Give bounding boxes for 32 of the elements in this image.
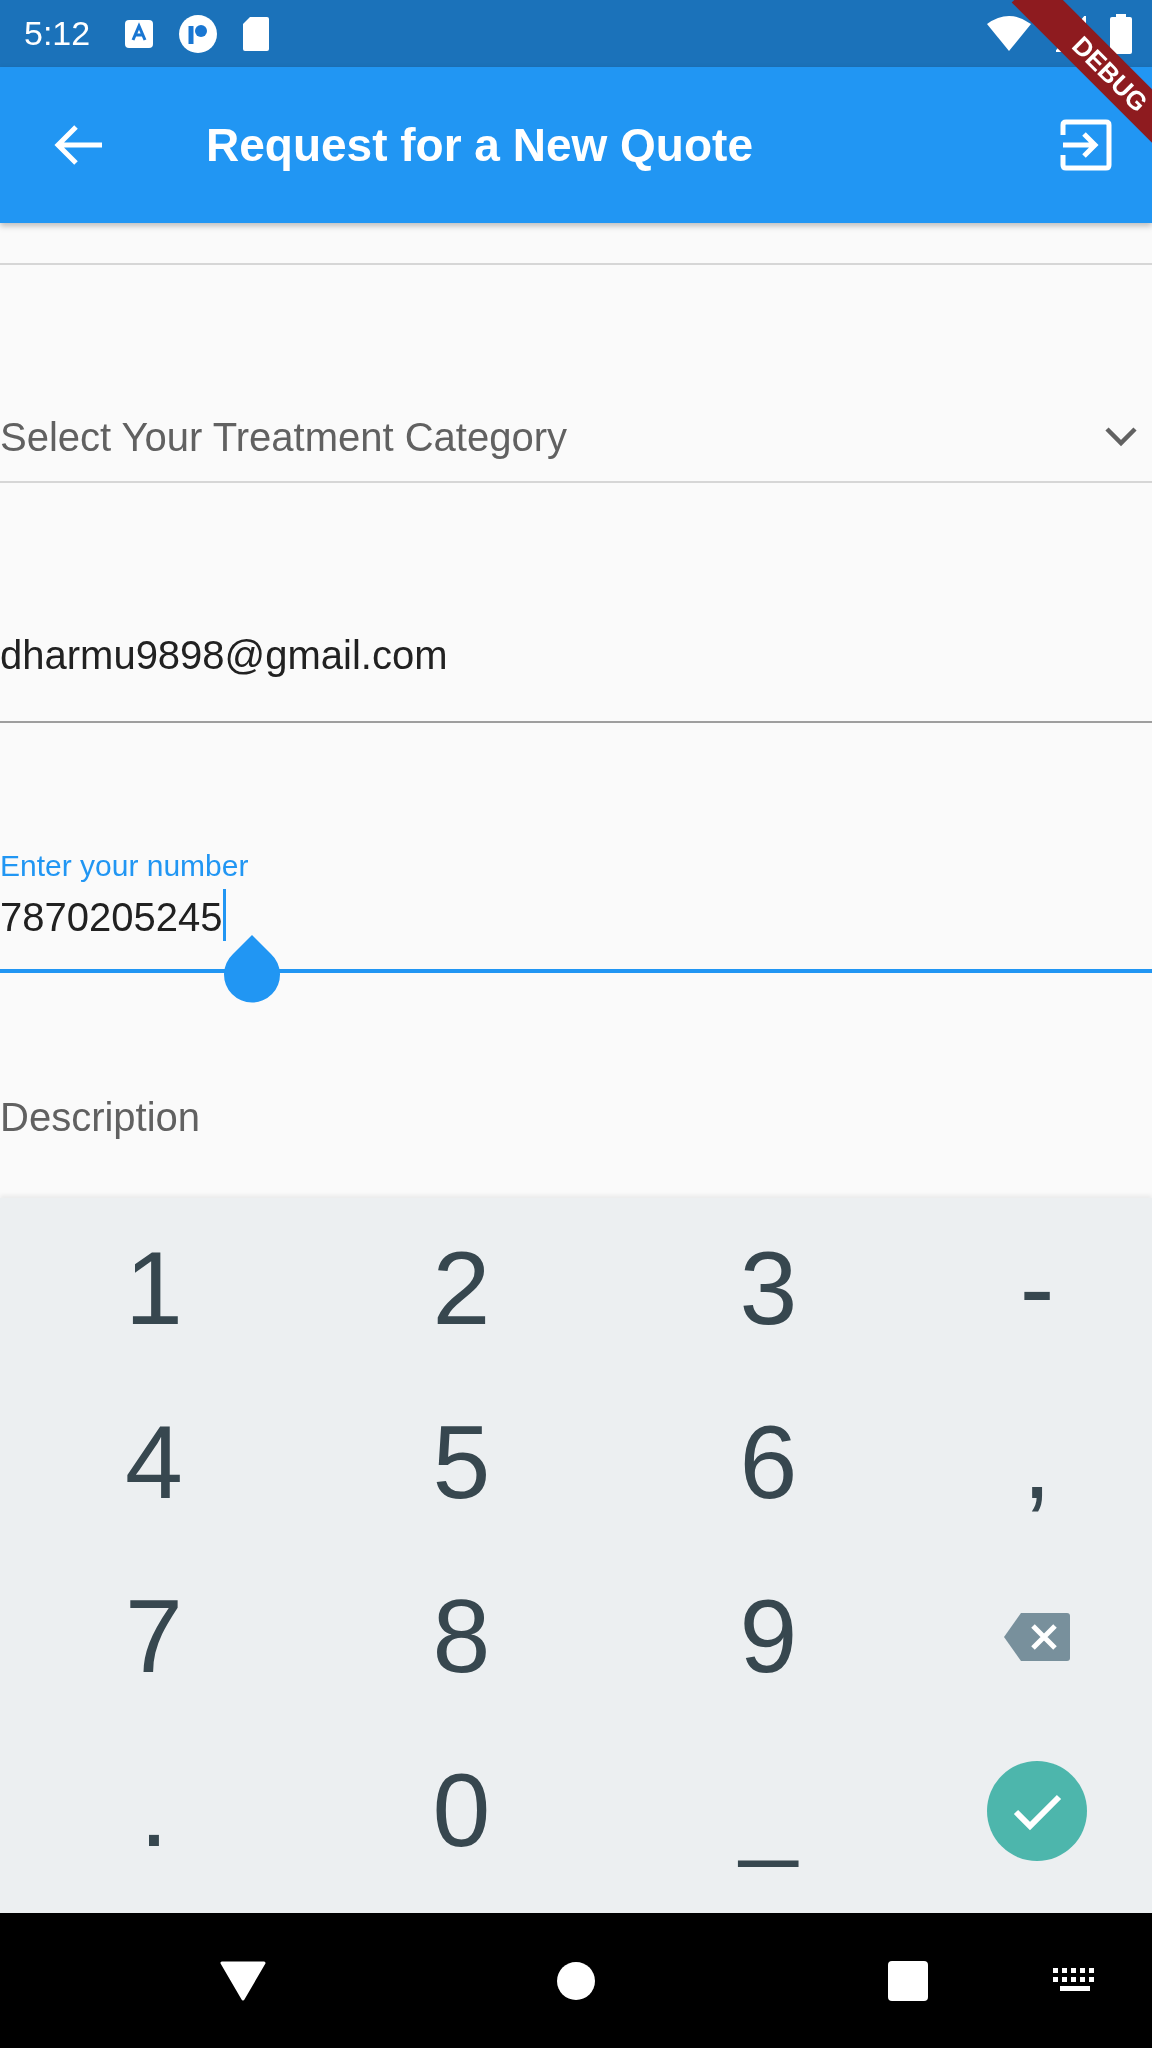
enter-key[interactable] — [986, 1760, 1088, 1862]
status-time: 5:12 — [24, 14, 91, 53]
back-arrow-icon[interactable] — [54, 123, 104, 167]
keyboard-key[interactable]: 5 — [432, 1395, 491, 1531]
dropdown-field[interactable]: Select Your Treatment Category — [0, 265, 1152, 483]
home-circle-icon[interactable] — [556, 1960, 596, 2001]
keyboard-key[interactable]: 6 — [739, 1395, 798, 1531]
keyboard-key[interactable]: 2 — [432, 1221, 491, 1357]
keyboard-key[interactable]: 4 — [125, 1395, 183, 1531]
keyboard-key[interactable]: . — [139, 1743, 169, 1879]
backspace-key[interactable] — [1003, 1612, 1071, 1662]
recents-square-icon[interactable] — [887, 1959, 929, 2002]
input-field[interactable]: dharmu9898@gmail.com — [0, 483, 1152, 723]
app-notification-icon — [124, 18, 155, 49]
wifi-icon — [986, 15, 1032, 52]
round-app-icon — [178, 13, 219, 54]
keyboard-key[interactable]: 8 — [432, 1569, 491, 1705]
sd-card-icon — [242, 15, 271, 52]
keyboard-key[interactable]: 0 — [432, 1743, 491, 1879]
keyboard-key[interactable]: 3 — [739, 1221, 798, 1357]
keyboard-key[interactable]: 1 — [125, 1221, 183, 1357]
exit-icon[interactable] — [1060, 119, 1112, 171]
keyboard-key[interactable]: , — [1022, 1395, 1052, 1531]
cursor-handle[interactable] — [221, 933, 283, 1005]
keyboard-key[interactable]: _ — [739, 1743, 798, 1879]
keyboard-key[interactable]: 7 — [125, 1569, 183, 1705]
back-triangle-icon[interactable] — [220, 1960, 266, 2001]
keyboard-key[interactable]: - — [1019, 1221, 1055, 1357]
keyboard-key[interactable]: 9 — [739, 1569, 798, 1705]
field-label: Enter your number — [0, 849, 250, 883]
app-bar-title: Request for a New Quote — [206, 118, 754, 172]
chevron-down-icon — [1104, 426, 1138, 448]
